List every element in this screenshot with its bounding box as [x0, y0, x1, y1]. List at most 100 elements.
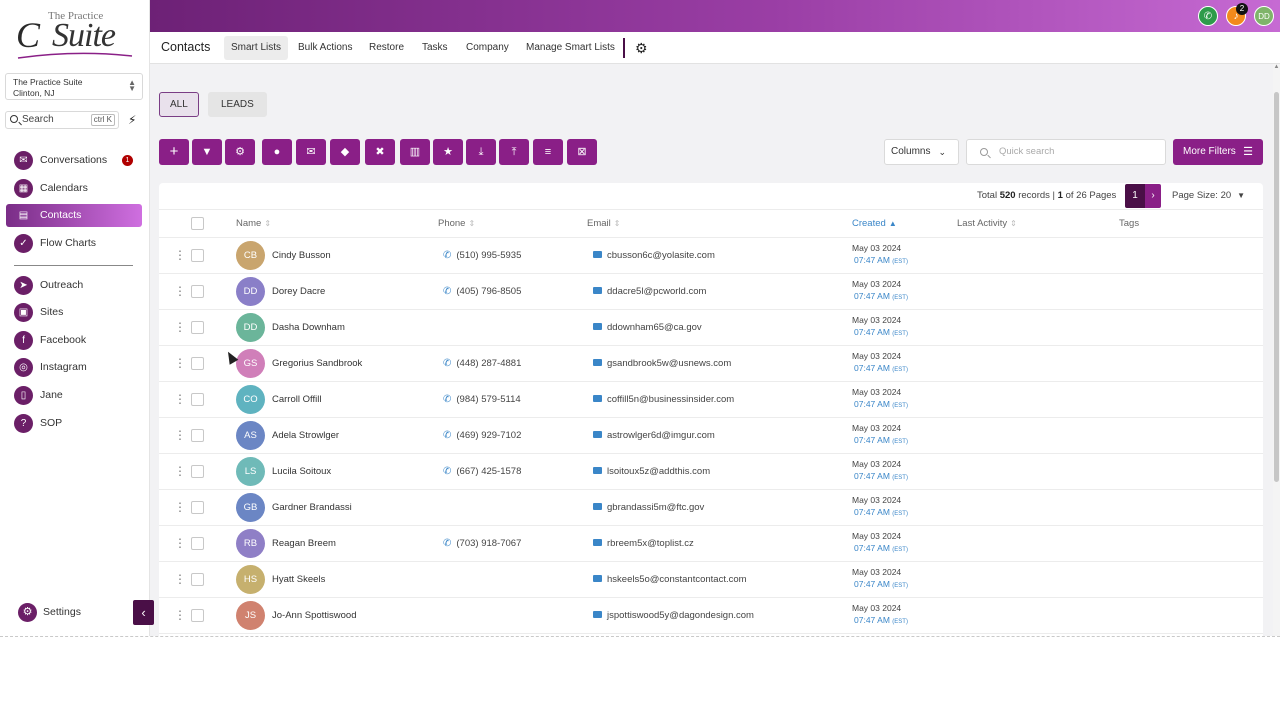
- filter-icon[interactable]: ▼: [192, 139, 222, 165]
- table-row[interactable]: ⋮ GB Gardner Brandassi gbrandassi5m@ftc.gov…: [159, 490, 1263, 526]
- row-menu-icon[interactable]: ⋮: [174, 393, 186, 405]
- avatar[interactable]: JS: [236, 601, 265, 630]
- select-all-checkbox[interactable]: [191, 217, 204, 230]
- sidebar-search[interactable]: Search ctrl K: [5, 111, 119, 129]
- contact-name[interactable]: Gardner Brandassi: [272, 502, 352, 514]
- row-menu-icon[interactable]: ⋮: [174, 465, 186, 477]
- tab-bulk-actions[interactable]: Bulk Actions: [291, 36, 359, 60]
- columns-dropdown[interactable]: Columns ⌄: [884, 139, 959, 165]
- contact-email[interactable]: jspottiswood5y@dagondesign.com: [593, 610, 754, 622]
- contact-name[interactable]: Adela Strowlger: [272, 430, 339, 442]
- next-page-button[interactable]: ›: [1145, 184, 1161, 208]
- tab-company[interactable]: Company: [459, 36, 516, 60]
- contact-email[interactable]: astrowlger6d@imgur.com: [593, 430, 715, 442]
- table-row[interactable]: ⋮ LS Lucila Soitoux ✆ (667) 425-1578 lsoitoux…: [159, 454, 1263, 490]
- row-checkbox[interactable]: [191, 429, 204, 442]
- row-checkbox[interactable]: [191, 609, 204, 622]
- column-created[interactable]: Created ▲: [852, 218, 897, 230]
- column-phone[interactable]: Phone ⇕: [438, 218, 475, 230]
- table-row[interactable]: ⋮ CO Carroll Offill ✆ (984) 579-5114 coffill5…: [159, 382, 1263, 418]
- sidebar-item-contacts[interactable]: ▤ Contacts: [6, 204, 142, 227]
- avatar[interactable]: RB: [236, 529, 265, 558]
- account-switcher[interactable]: The Practice Suite Clinton, NJ ▲ ▼: [5, 73, 143, 100]
- table-row[interactable]: ⋮ DD Dasha Downham ddownham65@ca.gov May 03 …: [159, 310, 1263, 346]
- scrollbar-thumb[interactable]: [1274, 92, 1279, 482]
- avatar[interactable]: GS: [236, 349, 265, 378]
- quick-search-input[interactable]: Quick search: [966, 139, 1166, 165]
- contact-phone[interactable]: ✆ (510) 995-5935: [443, 250, 521, 262]
- sidebar-item-instagram[interactable]: ◎ Instagram: [6, 356, 142, 379]
- sidebar-item-settings[interactable]: ⚙ Settings: [18, 603, 81, 622]
- filter-leads-button[interactable]: LEADS: [208, 92, 267, 117]
- sidebar-item-flow-charts[interactable]: ✓ Flow Charts: [6, 232, 142, 255]
- sidebar-item-outreach[interactable]: ➤ Outreach: [6, 274, 142, 297]
- contact-email[interactable]: ddownham65@ca.gov: [593, 322, 702, 334]
- sidebar-item-sop[interactable]: ? SOP: [6, 412, 142, 435]
- avatar[interactable]: LS: [236, 457, 265, 486]
- sidebar-item-jane[interactable]: ▯ Jane: [6, 384, 142, 407]
- column-name[interactable]: Name ⇕: [236, 218, 271, 230]
- star-icon[interactable]: ★: [433, 139, 463, 165]
- row-checkbox[interactable]: [191, 357, 204, 370]
- contact-email[interactable]: lsoitoux5z@addthis.com: [593, 466, 710, 478]
- row-menu-icon[interactable]: ⋮: [174, 321, 186, 333]
- more-filters-button[interactable]: More Filters ☰: [1173, 139, 1263, 165]
- tab-smart-lists[interactable]: Smart Lists: [224, 36, 289, 60]
- table-row[interactable]: ⋮ AS Adela Strowlger ✆ (469) 929-7102 astrowl…: [159, 418, 1263, 454]
- page-scrollbar[interactable]: ▲: [1273, 64, 1280, 636]
- row-checkbox[interactable]: [191, 465, 204, 478]
- contact-phone[interactable]: ✆ (703) 918-7067: [443, 538, 521, 550]
- collapse-sidebar-button[interactable]: ‹: [133, 600, 154, 625]
- page-1-button[interactable]: 1: [1125, 184, 1145, 208]
- scroll-up-icon[interactable]: ▲: [1273, 64, 1280, 70]
- delete-icon[interactable]: ▥: [400, 139, 430, 165]
- contact-name[interactable]: Cindy Busson: [272, 250, 331, 262]
- upload-icon[interactable]: ⤒: [499, 139, 529, 165]
- avatar[interactable]: HS: [236, 565, 265, 594]
- table-row[interactable]: ⋮ GS Gregorius Sandbrook ✆ (448) 287-4881 gsa…: [159, 346, 1263, 382]
- avatar[interactable]: CO: [236, 385, 265, 414]
- contact-name[interactable]: Lucila Soitoux: [272, 466, 331, 478]
- avatar[interactable]: CB: [236, 241, 265, 270]
- row-menu-icon[interactable]: ⋮: [174, 609, 186, 621]
- table-row[interactable]: ⋮ DD Dorey Dacre ✆ (405) 796-8505 ddacre5l@pc…: [159, 274, 1263, 310]
- contact-email[interactable]: hskeels5o@constantcontact.com: [593, 574, 747, 586]
- contact-name[interactable]: Gregorius Sandbrook: [272, 358, 362, 370]
- gear-icon[interactable]: ⚙: [635, 40, 648, 56]
- contact-email[interactable]: gbrandassi5m@ftc.gov: [593, 502, 704, 514]
- avatar[interactable]: GB: [236, 493, 265, 522]
- row-menu-icon[interactable]: ⋮: [174, 573, 186, 585]
- row-menu-icon[interactable]: ⋮: [174, 285, 186, 297]
- phone-icon[interactable]: ✆: [1198, 6, 1218, 26]
- sidebar-item-facebook[interactable]: f Facebook: [6, 329, 142, 352]
- row-menu-icon[interactable]: ⋮: [174, 537, 186, 549]
- page-size-dropdown[interactable]: Page Size: 20 ▼: [1172, 190, 1245, 202]
- row-checkbox[interactable]: [191, 321, 204, 334]
- row-checkbox[interactable]: [191, 573, 204, 586]
- add-contact-button[interactable]: +: [159, 139, 189, 165]
- contact-name[interactable]: Jo-Ann Spottiswood: [272, 610, 357, 622]
- contact-phone[interactable]: ✆ (405) 796-8505: [443, 286, 521, 298]
- contact-phone[interactable]: ✆ (448) 287-4881: [443, 358, 521, 370]
- contact-phone[interactable]: ✆ (469) 929-7102: [443, 430, 521, 442]
- user-avatar[interactable]: DD: [1254, 6, 1274, 26]
- contact-email[interactable]: gsandbrook5w@usnews.com: [593, 358, 731, 370]
- remove-tag-icon[interactable]: ✖: [365, 139, 395, 165]
- row-checkbox[interactable]: [191, 501, 204, 514]
- tab-tasks[interactable]: Tasks: [415, 36, 455, 60]
- table-row[interactable]: ⋮ RB Reagan Breem ✆ (703) 918-7067 rbreem5x@t…: [159, 526, 1263, 562]
- row-checkbox[interactable]: [191, 285, 204, 298]
- contact-name[interactable]: Carroll Offill: [272, 394, 321, 406]
- row-menu-icon[interactable]: ⋮: [174, 429, 186, 441]
- tab-restore[interactable]: Restore: [362, 36, 411, 60]
- sidebar-item-calendars[interactable]: ▦ Calendars: [6, 177, 142, 200]
- avatar[interactable]: AS: [236, 421, 265, 450]
- lightning-icon[interactable]: ⚡︎: [128, 113, 136, 127]
- contact-name[interactable]: Reagan Breem: [272, 538, 336, 550]
- tab-manage-smart-lists[interactable]: Manage Smart Lists: [519, 36, 622, 60]
- robot-icon[interactable]: ⚙: [225, 139, 255, 165]
- column-email[interactable]: Email ⇕: [587, 218, 620, 230]
- contact-email[interactable]: cbusson6c@yolasite.com: [593, 250, 715, 262]
- column-last-activity[interactable]: Last Activity ⇕: [957, 218, 1017, 230]
- contact-phone[interactable]: ✆ (667) 425-1578: [443, 466, 521, 478]
